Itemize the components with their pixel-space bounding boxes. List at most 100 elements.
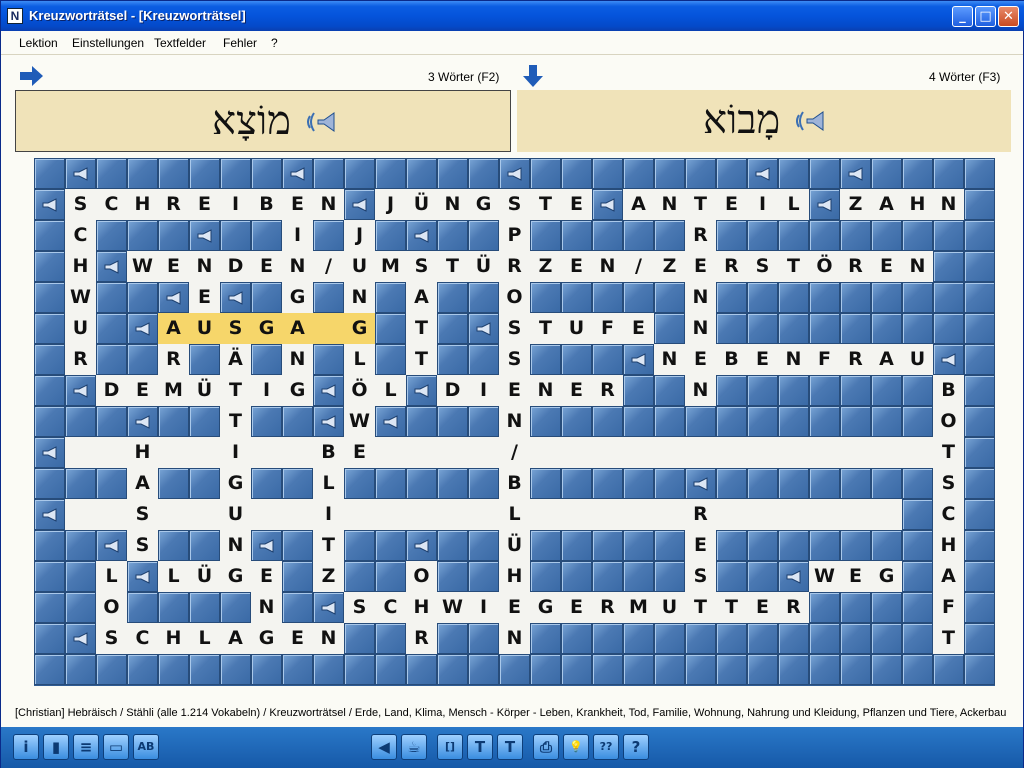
grid-cell[interactable]: I xyxy=(282,220,313,251)
grid-cell[interactable]: G xyxy=(282,375,313,406)
grid-cell[interactable]: S xyxy=(344,592,375,623)
grid-block[interactable] xyxy=(375,406,406,437)
speaker-icon[interactable] xyxy=(72,632,92,646)
grid-cell[interactable] xyxy=(809,499,840,530)
grid-cell[interactable]: G xyxy=(344,313,375,344)
grid-block[interactable] xyxy=(65,375,96,406)
grid-cell[interactable]: Ü xyxy=(189,561,220,592)
grid-cell[interactable]: N xyxy=(530,375,561,406)
menu-help[interactable]: ? xyxy=(271,36,278,50)
grid-block[interactable] xyxy=(623,344,654,375)
down-speaker-icon[interactable] xyxy=(795,109,827,133)
grid-cell[interactable]: N xyxy=(592,251,623,282)
grid-cell[interactable]: E xyxy=(623,313,654,344)
grid-cell[interactable]: T xyxy=(933,437,964,468)
grid-cell[interactable]: R xyxy=(716,251,747,282)
grid-block[interactable] xyxy=(96,530,127,561)
grid-cell[interactable]: W xyxy=(127,251,158,282)
across-speaker-icon[interactable] xyxy=(306,110,338,134)
grid-cell[interactable]: D xyxy=(96,375,127,406)
grid-cell[interactable]: E xyxy=(282,623,313,654)
grid-cell[interactable]: L xyxy=(158,561,189,592)
grid-cell[interactable]: T xyxy=(406,313,437,344)
grid-block[interactable] xyxy=(406,530,437,561)
grid-cell[interactable] xyxy=(189,437,220,468)
grid-cell[interactable]: U xyxy=(344,251,375,282)
grid-cell[interactable]: F xyxy=(592,313,623,344)
grid-cell[interactable] xyxy=(158,499,189,530)
grid-block[interactable] xyxy=(933,344,964,375)
grid-cell[interactable]: E xyxy=(499,592,530,623)
grid-cell[interactable]: S xyxy=(220,313,251,344)
grid-cell[interactable]: S xyxy=(96,623,127,654)
grid-cell[interactable]: S xyxy=(499,189,530,220)
speaker-icon[interactable] xyxy=(692,477,712,491)
grid-cell[interactable]: Ü xyxy=(468,251,499,282)
grid-cell[interactable]: E xyxy=(189,189,220,220)
grid-cell[interactable]: R xyxy=(840,344,871,375)
grid-cell[interactable] xyxy=(592,499,623,530)
grid-cell[interactable]: E xyxy=(189,282,220,313)
grid-cell[interactable]: J xyxy=(375,189,406,220)
grid-cell[interactable]: L xyxy=(96,561,127,592)
grid-cell[interactable]: E xyxy=(747,344,778,375)
grid-cell[interactable]: / xyxy=(623,251,654,282)
grid-cell[interactable]: S xyxy=(406,251,437,282)
speaker-icon[interactable] xyxy=(196,229,216,243)
speaker-icon[interactable] xyxy=(72,384,92,398)
grid-cell[interactable]: E xyxy=(561,592,592,623)
grid-block[interactable] xyxy=(313,406,344,437)
grid-cell[interactable]: E xyxy=(251,251,282,282)
speaker-icon[interactable] xyxy=(413,384,433,398)
grid-cell[interactable]: E xyxy=(685,344,716,375)
speaker-icon[interactable] xyxy=(382,415,402,429)
grid-cell[interactable]: J xyxy=(344,220,375,251)
grid-cell[interactable] xyxy=(313,313,344,344)
grid-cell[interactable]: I xyxy=(220,189,251,220)
grid-cell[interactable]: T xyxy=(530,189,561,220)
grid-cell[interactable]: C xyxy=(127,623,158,654)
grid-cell[interactable]: N xyxy=(282,344,313,375)
brackets-icon[interactable]: [] xyxy=(437,734,463,760)
grid-cell[interactable] xyxy=(685,437,716,468)
grid-cell[interactable]: B xyxy=(933,375,964,406)
grid-cell[interactable] xyxy=(282,499,313,530)
grid-block[interactable] xyxy=(809,189,840,220)
grid-cell[interactable]: H xyxy=(65,251,96,282)
grid-cell[interactable]: S xyxy=(127,530,158,561)
grid-cell[interactable] xyxy=(65,499,96,530)
grid-cell[interactable]: R xyxy=(685,499,716,530)
grid-cell[interactable]: A xyxy=(871,344,902,375)
grid-cell[interactable] xyxy=(406,437,437,468)
grid-cell[interactable] xyxy=(561,499,592,530)
grid-cell[interactable]: E xyxy=(561,251,592,282)
grid-cell[interactable]: Ü xyxy=(406,189,437,220)
grid-cell[interactable]: T xyxy=(406,344,437,375)
grid-cell[interactable]: T xyxy=(685,189,716,220)
grid-cell[interactable]: N xyxy=(189,251,220,282)
grid-block[interactable] xyxy=(34,437,65,468)
grid-cell[interactable]: L xyxy=(189,623,220,654)
grid-cell[interactable]: E xyxy=(499,375,530,406)
grid-cell[interactable]: M xyxy=(623,592,654,623)
speaker-icon[interactable] xyxy=(754,167,774,181)
grid-cell[interactable] xyxy=(902,437,933,468)
grid-cell[interactable]: N xyxy=(344,282,375,313)
grid-cell[interactable]: E xyxy=(158,251,189,282)
grid-cell[interactable]: N xyxy=(313,189,344,220)
grid-cell[interactable]: H xyxy=(127,189,158,220)
grid-block[interactable] xyxy=(127,313,158,344)
grid-cell[interactable]: W xyxy=(437,592,468,623)
speaker-icon[interactable] xyxy=(134,415,154,429)
grid-cell[interactable]: T xyxy=(220,406,251,437)
grid-cell[interactable]: T xyxy=(716,592,747,623)
grid-block[interactable] xyxy=(127,406,158,437)
grid-cell[interactable]: L xyxy=(778,189,809,220)
grid-cell[interactable]: F xyxy=(809,344,840,375)
grid-cell[interactable]: R xyxy=(65,344,96,375)
grid-cell[interactable] xyxy=(840,437,871,468)
grid-cell[interactable] xyxy=(623,437,654,468)
speaker-icon[interactable] xyxy=(940,353,960,367)
maximize-button[interactable]: □ xyxy=(975,6,996,27)
grid-cell[interactable]: E xyxy=(282,189,313,220)
